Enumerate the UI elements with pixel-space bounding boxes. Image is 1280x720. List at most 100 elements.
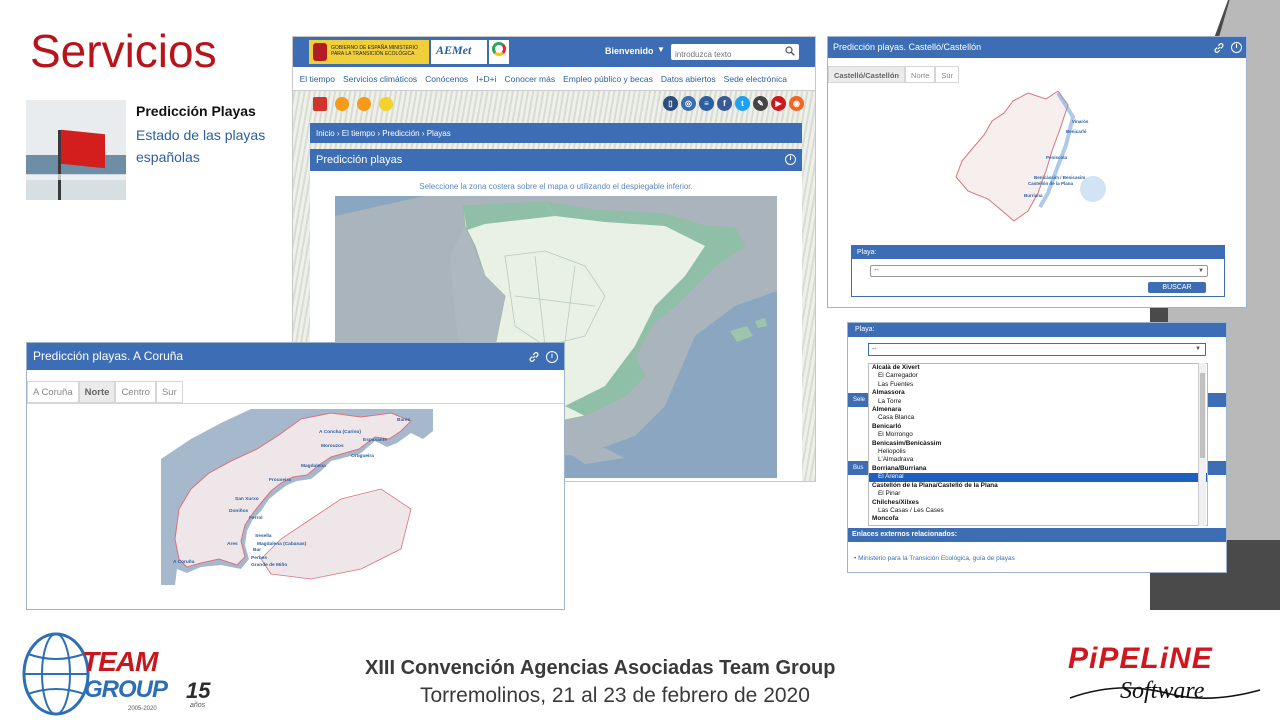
external-link[interactable]: • Ministerio para la Transición Ecológic…	[854, 555, 1015, 562]
coruna-tabs: A Coruña Norte Centro Sur	[27, 381, 183, 403]
nav-item-empleo[interactable]: Empleo público y becas	[563, 67, 653, 91]
warning-orange-icon[interactable]	[357, 97, 371, 111]
youtube-icon[interactable]: ▶	[771, 96, 786, 111]
option-group[interactable]: Castellón de la Plana/Castelló de la Pla…	[869, 482, 1207, 490]
map-label[interactable]: Benicàssim / Benicasim	[1034, 175, 1085, 180]
map-label[interactable]: Morouzos	[321, 443, 344, 449]
tab-norte[interactable]: Norte	[905, 66, 936, 83]
map-label[interactable]: Perbes	[251, 555, 267, 561]
nav-item-idi[interactable]: I+D+i	[476, 67, 496, 91]
option-item[interactable]: L'Almadrava	[869, 456, 1207, 464]
list-scrollbar[interactable]	[1198, 363, 1206, 526]
playa-select[interactable]: -- ▼	[870, 265, 1208, 277]
map-label[interactable]: Bar	[253, 547, 261, 553]
option-group[interactable]: Chilches/Xilxes	[869, 499, 1207, 507]
option-group[interactable]: Alcalà de Xivert	[869, 364, 1207, 372]
android-icon[interactable]: ◎	[681, 96, 696, 111]
aemet-logo[interactable]: AEMet	[431, 40, 487, 64]
map-label[interactable]: Magdalena (Cabanas)	[257, 541, 307, 547]
coruna-map[interactable]: Bares A Concha (Carino) Espasante Morouz…	[161, 409, 433, 585]
info-icon[interactable]: i	[1231, 42, 1242, 53]
government-logo[interactable]: GOBIERNO DE ESPAÑA MINISTERIO PARA LA TR…	[309, 40, 429, 64]
option-item[interactable]: Las Fuentes	[869, 381, 1207, 389]
option-group[interactable]: Almassora	[869, 389, 1207, 397]
map-label[interactable]: Doniños	[229, 508, 249, 514]
map-label[interactable]: Ortigueira	[351, 453, 374, 459]
map-label[interactable]: Sesella	[255, 533, 272, 539]
option-item[interactable]: Las Casas / Les Cases	[869, 507, 1207, 515]
map-label[interactable]: Peníscola	[1046, 155, 1068, 160]
playa-select-open[interactable]: -- ▼	[868, 343, 1206, 356]
buscar-button[interactable]: BUSCAR	[1148, 282, 1206, 293]
nav-item-el-tiempo[interactable]: El tiempo	[300, 67, 335, 91]
playa-options-list[interactable]: Alcalà de Xivert El Carregador Las Fuent…	[868, 363, 1208, 526]
map-label[interactable]: Ferrol	[249, 515, 263, 521]
playa-label: Playa:	[848, 323, 1226, 337]
option-item[interactable]: Casa Blanca	[869, 414, 1207, 422]
option-item[interactable]: Heliopolis	[869, 448, 1207, 456]
welcome-menu[interactable]: Bienvenido	[605, 46, 654, 56]
castellon-playa-box: Playa: -- ▼ BUSCAR	[851, 245, 1225, 297]
tab-sur[interactable]: Sur	[935, 66, 960, 83]
map-label[interactable]: Burriana	[1024, 193, 1043, 198]
info-icon[interactable]: i	[546, 350, 558, 363]
info-icon[interactable]: i	[785, 154, 796, 165]
nav-item-servicios-climaticos[interactable]: Servicios climáticos	[343, 67, 417, 91]
option-group[interactable]: Almenara	[869, 406, 1207, 414]
map-label[interactable]: Magdalena	[301, 463, 326, 469]
twitter-icon[interactable]: t	[735, 96, 750, 111]
nav-item-conocer-mas[interactable]: Conocer más	[505, 67, 556, 91]
map-label[interactable]: Espasante	[363, 437, 387, 443]
link-icon[interactable]	[1213, 42, 1225, 54]
tab-castellon[interactable]: Castelló/Castellón	[828, 66, 906, 83]
tab-a-coruna[interactable]: A Coruña	[27, 381, 79, 403]
castellon-panel: Predicción playas. Castelló/Castellón i …	[827, 36, 1247, 308]
mobile-app-icon[interactable]: ▯	[663, 96, 678, 111]
nav-item-sede-electronica[interactable]: Sede electrónica	[724, 67, 787, 91]
list-icon[interactable]: ≡	[699, 96, 714, 111]
tab-centro[interactable]: Centro	[115, 381, 156, 403]
option-item[interactable]: El Carregador	[869, 372, 1207, 380]
red-flag	[61, 129, 105, 169]
external-link-text[interactable]: Ministerio para la Transición Ecológica,…	[858, 555, 1015, 562]
nav-item-conocenos[interactable]: Conócenos	[425, 67, 468, 91]
search-icon[interactable]	[785, 46, 795, 56]
tab-norte[interactable]: Norte	[78, 381, 116, 403]
scrollbar-thumb[interactable]	[1200, 373, 1205, 458]
option-item-selected[interactable]: El Arenal	[869, 473, 1207, 482]
tab-sur[interactable]: Sur	[155, 381, 183, 403]
map-label[interactable]: Frouxeira	[269, 477, 291, 483]
rss-icon[interactable]: ◉	[789, 96, 804, 111]
option-item[interactable]: El Morrongo	[869, 431, 1207, 439]
map-label[interactable]: A Coruña	[173, 559, 195, 565]
warning-alert-icon[interactable]	[313, 97, 327, 111]
map-label[interactable]: Bares	[397, 417, 411, 423]
option-group[interactable]: Benicasim/Benicàssim	[869, 440, 1207, 448]
castellon-map[interactable]: Vinaròs Benicarló Peníscola Benicàssim /…	[948, 89, 1138, 229]
option-item[interactable]: El Pinar	[869, 490, 1207, 498]
warning-orange-icon[interactable]	[335, 97, 349, 111]
option-group[interactable]: Benicarló	[869, 423, 1207, 431]
map-label[interactable]: San Xurxo	[235, 496, 259, 502]
option-item[interactable]: La Torre	[869, 398, 1207, 406]
map-label[interactable]: Grande de Miño	[251, 562, 287, 568]
map-label[interactable]: Castellón de la Plana	[1028, 181, 1074, 186]
link-icon[interactable]	[528, 351, 540, 363]
service-title: Predicción Playas	[136, 103, 256, 119]
sea-wave	[26, 174, 126, 180]
option-group[interactable]: Moncofa	[869, 515, 1207, 523]
warnings-strip[interactable]	[313, 97, 403, 111]
map-label[interactable]: A Concha (Carino)	[319, 429, 361, 435]
map-label[interactable]: Vinaròs	[1072, 119, 1089, 124]
breadcrumb-text[interactable]: Inicio › El tiempo › Predicción › Playas	[310, 129, 451, 138]
chevron-down-icon[interactable]: ▼	[657, 45, 665, 54]
map-label[interactable]: Ares	[227, 541, 238, 547]
prediction-panel-title: Predicción playas	[316, 154, 403, 166]
warning-yellow-icon[interactable]	[379, 97, 393, 111]
map-label[interactable]: Benicarló	[1066, 129, 1087, 134]
blog-icon[interactable]: ✎	[753, 96, 768, 111]
facebook-icon[interactable]: f	[717, 96, 732, 111]
search-input[interactable]	[671, 46, 781, 63]
nav-item-datos-abiertos[interactable]: Datos abiertos	[661, 67, 716, 91]
option-group[interactable]: Borriana/Burriana	[869, 465, 1207, 473]
